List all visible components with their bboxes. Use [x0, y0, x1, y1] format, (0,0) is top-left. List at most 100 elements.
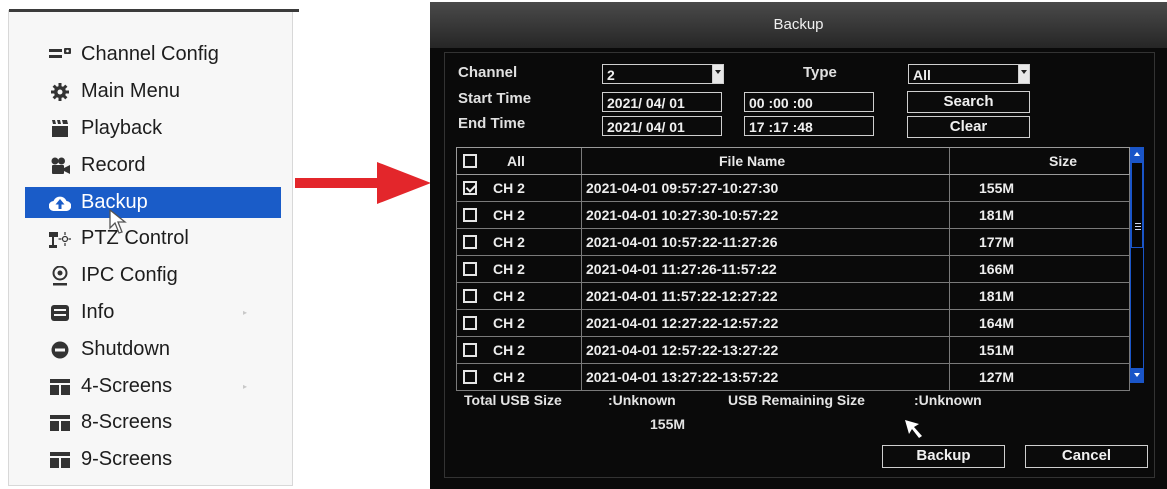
- row-checkbox[interactable]: [463, 181, 477, 195]
- row-checkbox[interactable]: [463, 262, 477, 276]
- submenu-arrow-icon: ▸: [242, 382, 247, 391]
- column-divider: [949, 229, 950, 255]
- scroll-up-icon[interactable]: [1131, 148, 1143, 162]
- scroll-thumb[interactable]: [1131, 162, 1143, 248]
- grip-line: [1135, 226, 1141, 227]
- clear-button[interactable]: Clear: [907, 116, 1030, 138]
- menu-item-label: 9-Screens: [81, 448, 173, 470]
- menu-item-main-menu[interactable]: Main Menu: [25, 76, 281, 107]
- column-divider: [949, 310, 950, 336]
- table-row[interactable]: CH 2 2021-04-01 10:27:30-10:57:22 181M: [456, 202, 1130, 229]
- menu-item-label: 8-Screens: [81, 411, 173, 433]
- menu-item-8-screens[interactable]: 8-Screens: [25, 407, 281, 438]
- select-all-checkbox[interactable]: [463, 154, 477, 168]
- gear-icon: [47, 81, 73, 103]
- menu-item-backup[interactable]: Backup: [25, 187, 281, 218]
- menu-item-label: Channel Config: [81, 43, 219, 65]
- header-file-name: File Name: [719, 153, 786, 169]
- row-size: 155M: [979, 180, 1015, 196]
- column-divider: [949, 148, 950, 174]
- dialog-title: Backup: [430, 2, 1167, 48]
- grip-line: [1135, 229, 1141, 230]
- end-time-field[interactable]: 17 :17 :48: [744, 116, 874, 136]
- menu-item-shutdown[interactable]: Shutdown: [25, 334, 281, 365]
- row-channel: CH 2: [493, 288, 525, 304]
- cancel-button[interactable]: Cancel: [1025, 445, 1148, 468]
- row-checkbox[interactable]: [463, 370, 477, 384]
- table-row[interactable]: CH 2 2021-04-01 12:57:22-13:27:22 151M: [456, 337, 1130, 364]
- row-size: 181M: [979, 207, 1015, 223]
- cloud-upload-icon: [47, 192, 73, 214]
- type-value: All: [913, 67, 931, 83]
- column-divider: [949, 256, 950, 282]
- scroll-down-icon[interactable]: [1131, 368, 1143, 382]
- column-divider: [581, 202, 582, 228]
- table-scrollbar[interactable]: [1130, 147, 1144, 383]
- header-all: All: [507, 153, 525, 169]
- context-menu: Channel Config Main Menu Playback Record…: [8, 9, 299, 486]
- table-row[interactable]: CH 2 2021-04-01 10:57:22-11:27:26 177M: [456, 229, 1130, 256]
- row-checkbox[interactable]: [463, 343, 477, 357]
- start-date-field[interactable]: 2021/ 04/ 01: [602, 92, 722, 112]
- backup-dialog: Backup Channel 2 Type All Start Time 202…: [430, 2, 1167, 489]
- table-row[interactable]: CH 2 2021-04-01 09:57:27-10:27:30 155M: [456, 175, 1130, 202]
- selected-size-value: 155M: [650, 416, 686, 432]
- row-channel: CH 2: [493, 315, 525, 331]
- mouse-cursor-icon: [905, 420, 922, 438]
- menu-item-playback[interactable]: Playback: [25, 113, 281, 144]
- menu-item-label: Info: [81, 301, 115, 323]
- table-row[interactable]: CH 2 2021-04-01 11:27:26-11:57:22 166M: [456, 256, 1130, 283]
- header-size: Size: [1049, 153, 1078, 169]
- menu-item-record[interactable]: Record: [25, 150, 281, 181]
- menu-item-ipc-config[interactable]: IPC Config: [25, 260, 281, 291]
- row-checkbox[interactable]: [463, 235, 477, 249]
- table-row[interactable]: CH 2 2021-04-01 11:57:22-12:27:22 181M: [456, 283, 1130, 310]
- ptz-camera-icon: [47, 228, 73, 250]
- column-divider: [949, 202, 950, 228]
- row-checkbox[interactable]: [463, 289, 477, 303]
- menu-item-label: Main Menu: [81, 80, 180, 102]
- type-label: Type: [803, 64, 837, 81]
- menu-item-4-screens[interactable]: 4-Screens ▸: [25, 371, 281, 402]
- row-file-name: 2021-04-01 09:57:27-10:27:30: [586, 180, 779, 196]
- screens-grid-icon: [47, 449, 73, 471]
- menu-item-9-screens[interactable]: 9-Screens: [25, 444, 281, 475]
- minus-circle-icon: [47, 339, 73, 361]
- screens-grid-icon: [47, 412, 73, 434]
- end-date-field[interactable]: 2021/ 04/ 01: [602, 116, 722, 136]
- menu-item-label: PTZ Control: [81, 227, 189, 249]
- usb-remaining-size-label: USB Remaining Size: [728, 392, 865, 408]
- chevron-down-icon[interactable]: [712, 64, 724, 84]
- search-button[interactable]: Search: [907, 91, 1030, 113]
- row-checkbox[interactable]: [463, 316, 477, 330]
- column-divider: [581, 148, 582, 174]
- table-row[interactable]: CH 2 2021-04-01 13:27:22-13:57:22 127M: [456, 364, 1130, 391]
- menu-item-label: Shutdown: [81, 338, 170, 360]
- column-divider: [581, 229, 582, 255]
- column-divider: [581, 337, 582, 363]
- channel-select[interactable]: 2: [602, 64, 724, 84]
- start-time-label: Start Time: [458, 90, 532, 107]
- type-select[interactable]: All: [908, 64, 1030, 84]
- row-channel: CH 2: [493, 234, 525, 250]
- row-size: 151M: [979, 342, 1015, 358]
- row-checkbox[interactable]: [463, 208, 477, 222]
- start-time-field[interactable]: 00 :00 :00: [744, 92, 874, 112]
- row-channel: CH 2: [493, 261, 525, 277]
- menu-item-ptz-control[interactable]: PTZ Control: [25, 223, 281, 254]
- row-channel: CH 2: [493, 180, 525, 196]
- table-row[interactable]: CH 2 2021-04-01 12:27:22-12:57:22 164M: [456, 310, 1130, 337]
- menu-item-info[interactable]: Info ▸: [25, 297, 281, 328]
- backup-button[interactable]: Backup: [882, 445, 1005, 468]
- screens-grid-icon: [47, 376, 73, 398]
- column-divider: [949, 337, 950, 363]
- row-file-name: 2021-04-01 12:27:22-12:57:22: [586, 315, 779, 331]
- channel-value: 2: [607, 67, 615, 83]
- info-list-icon: [47, 302, 73, 324]
- column-divider: [581, 256, 582, 282]
- column-divider: [581, 175, 582, 201]
- menu-item-channel-config[interactable]: Channel Config: [25, 39, 281, 70]
- column-divider: [581, 364, 582, 390]
- chevron-down-icon[interactable]: [1018, 64, 1030, 84]
- submenu-arrow-icon: ▸: [242, 308, 247, 317]
